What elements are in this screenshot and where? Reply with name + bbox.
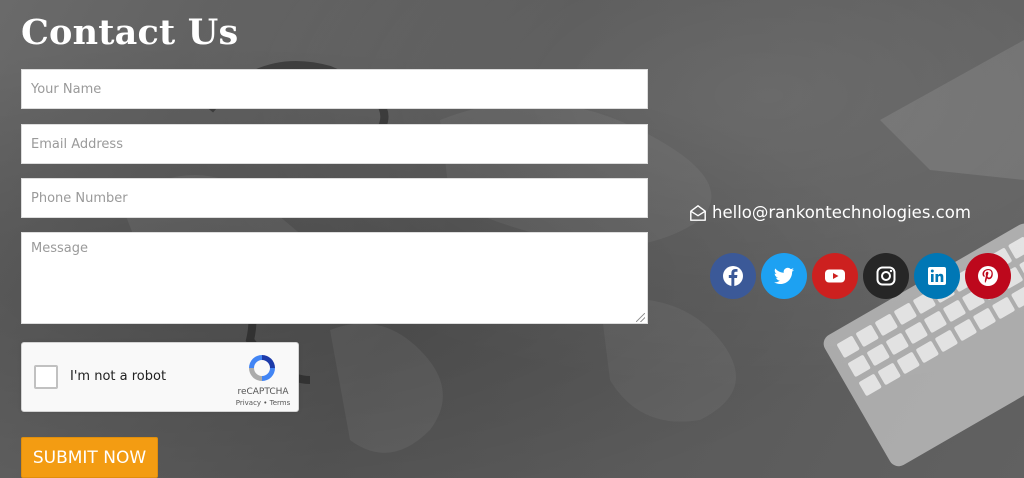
submit-button[interactable]: SUBMIT NOW — [21, 437, 158, 478]
recaptcha-checkbox[interactable] — [34, 365, 58, 389]
textarea-resize-handle[interactable] — [636, 313, 645, 322]
name-input[interactable] — [21, 69, 648, 109]
phone-input[interactable] — [21, 178, 648, 218]
linkedin-icon — [928, 267, 946, 285]
twitter-link[interactable] — [761, 253, 807, 299]
message-textarea[interactable] — [21, 232, 648, 324]
pinterest-link[interactable] — [965, 253, 1011, 299]
twitter-icon — [774, 267, 794, 285]
contact-email[interactable]: hello@rankontechnologies.com — [689, 203, 971, 222]
contact-email-text[interactable]: hello@rankontechnologies.com — [712, 203, 971, 222]
youtube-link[interactable] — [812, 253, 858, 299]
facebook-link[interactable] — [710, 253, 756, 299]
recaptcha-widget: I'm not a robot reCAPTCHA Privacy • Term… — [21, 342, 299, 412]
pinterest-icon — [978, 266, 998, 286]
linkedin-link[interactable] — [914, 253, 960, 299]
instagram-link[interactable] — [863, 253, 909, 299]
facebook-icon — [723, 266, 743, 286]
envelope-open-icon — [690, 204, 706, 221]
social-links — [710, 253, 1011, 299]
page-title: Contact Us — [21, 12, 239, 53]
recaptcha-brand: reCAPTCHA — [237, 387, 289, 397]
youtube-icon — [825, 269, 845, 283]
recaptcha-legal-links[interactable]: Privacy • Terms — [230, 399, 296, 407]
recaptcha-logo-icon — [249, 355, 275, 381]
recaptcha-label: I'm not a robot — [70, 369, 167, 384]
email-input[interactable] — [21, 124, 648, 164]
instagram-icon — [876, 266, 896, 286]
